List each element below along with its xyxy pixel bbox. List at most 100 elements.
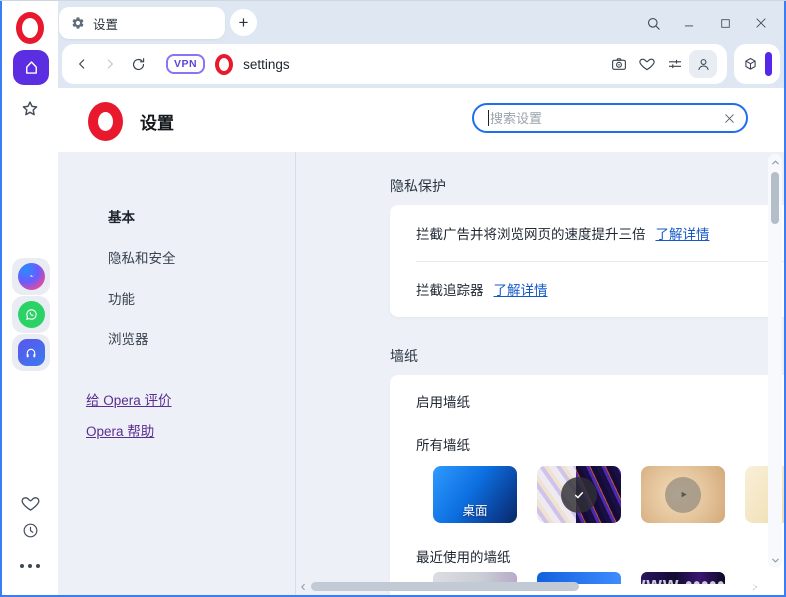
player-button[interactable] [12, 334, 50, 371]
recent-wallpapers-label: 最近使用的墙纸 [416, 546, 511, 566]
settings-page-header: 设置 [58, 88, 784, 152]
forward-button[interactable] [96, 50, 124, 78]
home-button[interactable] [13, 50, 49, 85]
adblock-row[interactable]: 拦截广告并将浏览网页的速度提升三倍 了解详情 [390, 205, 784, 261]
wallpaper-thumb-label: 桌面 [433, 500, 517, 519]
clock-icon [21, 521, 40, 540]
close-button[interactable] [748, 10, 774, 36]
bookmark-page-button[interactable] [633, 50, 661, 78]
check-icon [570, 486, 588, 504]
headphones-icon [18, 339, 45, 366]
rate-opera-link[interactable]: 给 Opera 评价 [86, 389, 172, 409]
settings-search-box[interactable] [472, 103, 748, 133]
minimize-button[interactable] [676, 10, 702, 36]
tracker-block-label: 拦截追踪器 [416, 279, 484, 299]
settings-page-body: 基本 隐私和安全 功能 浏览器 给 Opera 评价 Opera 帮助 隐私保护… [58, 152, 784, 595]
ellipsis-icon [20, 564, 40, 568]
gear-icon [71, 16, 85, 30]
tracker-learn-more-link[interactable]: 了解详情 [494, 279, 548, 299]
tab-strip: 设置 + [58, 0, 784, 44]
play-icon [676, 487, 691, 502]
site-opera-icon [215, 54, 233, 75]
privacy-section-heading: 隐私保护 [390, 176, 446, 196]
scroll-right-arrow[interactable] [748, 580, 762, 593]
nav-item-browser[interactable]: 浏览器 [108, 328, 149, 348]
settings-nav: 基本 隐私和安全 功能 浏览器 给 Opera 评价 Opera 帮助 [58, 152, 296, 595]
whatsapp-icon [18, 301, 45, 328]
home-icon [22, 58, 41, 77]
nav-item-privacy[interactable]: 隐私和安全 [108, 247, 176, 267]
page-title: 设置 [140, 109, 174, 134]
play-badge [665, 477, 701, 513]
reload-icon [130, 56, 147, 73]
star-icon [19, 98, 41, 120]
tab-settings[interactable]: 设置 [59, 7, 225, 39]
settings-content: 隐私保护 拦截广告并将浏览网页的速度提升三倍 了解详情 拦截追踪器 了解详情 墙… [296, 152, 784, 595]
back-button[interactable] [68, 50, 96, 78]
url-text[interactable]: settings [243, 57, 605, 72]
adblock-label: 拦截广告并将浏览网页的速度提升三倍 [416, 223, 646, 243]
horizontal-scrollbar[interactable] [296, 580, 762, 593]
person-icon [695, 56, 712, 73]
vpn-badge[interactable]: VPN [166, 54, 205, 74]
clear-search-icon[interactable] [723, 112, 736, 125]
opera-help-link[interactable]: Opera 帮助 [86, 420, 154, 440]
window-border [0, 0, 2, 597]
enable-wallpaper-label: 启用墙纸 [416, 391, 470, 411]
text-caret [488, 110, 489, 126]
nav-item-features[interactable]: 功能 [108, 288, 135, 308]
address-bar-row: VPN settings [58, 44, 784, 88]
selected-check-badge [561, 477, 597, 513]
opera-o-icon [16, 12, 44, 44]
sidebar-rail [2, 0, 58, 597]
settings-page: 设置 基本 隐私和安全 功能 浏览器 给 Opera 评价 Opera 帮助 隐… [58, 88, 784, 595]
opera-settings-window: 设置 + VPN settings [0, 0, 786, 597]
address-bar[interactable]: VPN settings [62, 44, 727, 84]
new-tab-button[interactable]: + [230, 9, 257, 36]
toolbar-search-button[interactable] [640, 10, 666, 36]
wallpaper-thumb-selected[interactable] [537, 466, 621, 523]
vertical-scrollbar[interactable] [768, 154, 782, 568]
wallpaper-section-heading: 墙纸 [390, 346, 418, 366]
settings-search-input[interactable] [490, 111, 723, 126]
wallpaper-thumb-desktop[interactable]: 桌面 [433, 466, 517, 523]
opera-logo[interactable] [2, 14, 58, 42]
reload-button[interactable] [124, 50, 152, 78]
tab-title: 设置 [93, 14, 118, 33]
page-tools-button[interactable] [661, 50, 689, 78]
close-icon [754, 16, 768, 30]
heart-icon [638, 55, 656, 73]
easy-setup-button[interactable] [2, 97, 58, 121]
scroll-down-arrow[interactable] [768, 552, 782, 568]
scroll-left-arrow[interactable] [296, 580, 310, 593]
minimize-icon [682, 16, 696, 30]
scroll-up-arrow[interactable] [768, 154, 782, 170]
profile-button[interactable] [689, 50, 717, 78]
sidebar-panel-toggle[interactable] [765, 52, 772, 76]
heart-icon [20, 493, 41, 514]
wallpaper-card: 启用墙纸 所有墙纸 桌面 [390, 375, 784, 595]
window-border [0, 0, 786, 1]
horizontal-scroll-thumb[interactable] [311, 582, 579, 591]
messenger-button[interactable] [12, 258, 50, 295]
extensions-pill [734, 44, 780, 84]
snapshot-button[interactable] [605, 50, 633, 78]
search-icon [645, 15, 662, 32]
nav-item-basic[interactable]: 基本 [108, 206, 135, 226]
maximize-icon [719, 17, 732, 30]
forward-icon [102, 56, 118, 72]
history-button[interactable] [2, 519, 58, 541]
vertical-scroll-thumb[interactable] [771, 172, 779, 224]
wallpaper-thumb-video[interactable] [641, 466, 725, 523]
messenger-icon [18, 263, 45, 290]
tracker-block-row[interactable]: 拦截追踪器 了解详情 [390, 261, 784, 317]
more-button[interactable] [2, 558, 58, 574]
whatsapp-button[interactable] [12, 296, 50, 333]
favorites-button[interactable] [2, 492, 58, 514]
adblock-learn-more-link[interactable]: 了解详情 [656, 223, 710, 243]
privacy-card: 拦截广告并将浏览网页的速度提升三倍 了解详情 拦截追踪器 了解详情 [390, 205, 784, 317]
cube-icon[interactable] [742, 56, 759, 73]
back-icon [74, 56, 90, 72]
camera-icon [610, 55, 628, 73]
maximize-button[interactable] [712, 10, 738, 36]
